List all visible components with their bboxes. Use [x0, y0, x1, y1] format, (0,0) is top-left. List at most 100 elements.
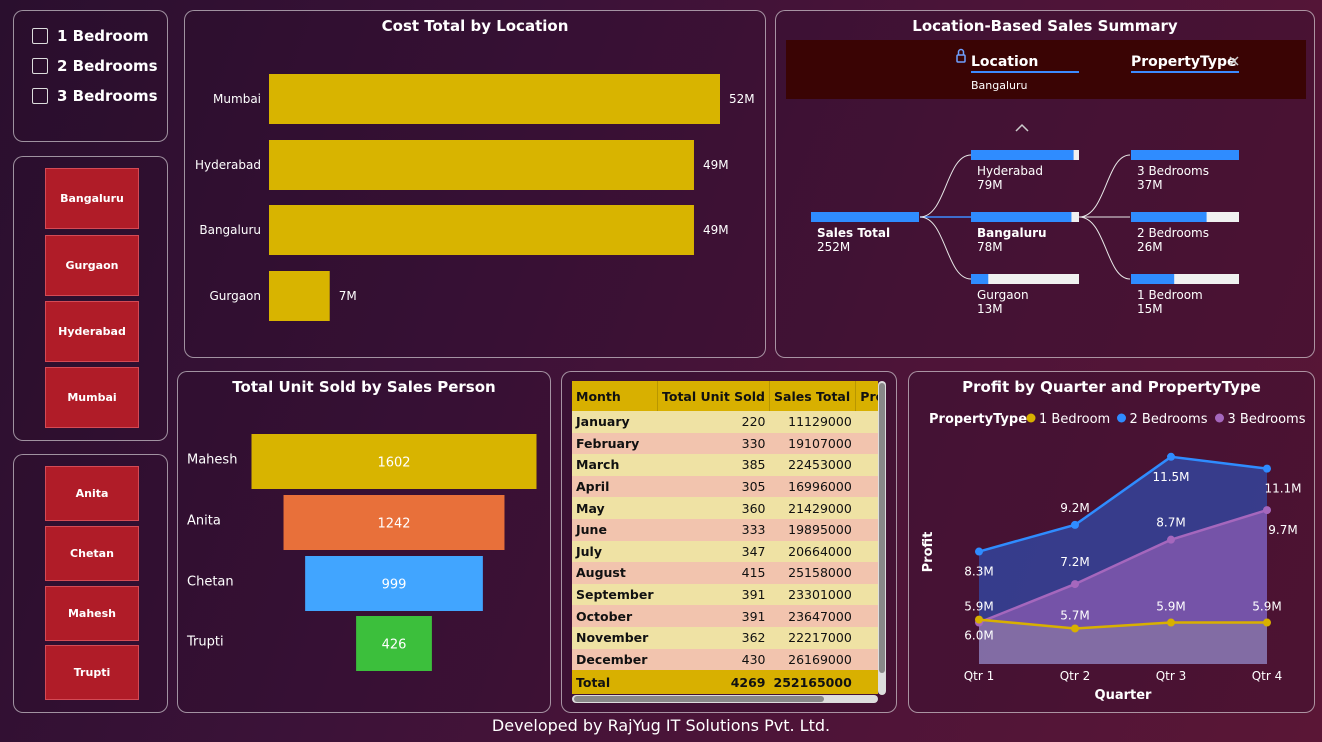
tree-node-root-value: 252M	[817, 240, 850, 254]
table-row[interactable]: April30516996000662	[572, 475, 878, 498]
column-header-sales[interactable]: Sales Total	[769, 381, 857, 411]
salesperson-tile-anita[interactable]: Anita	[45, 466, 139, 521]
table-row[interactable]: October39123647000880	[572, 605, 878, 627]
table-row[interactable]: December43026169000977	[572, 648, 878, 671]
bar-gurgaon[interactable]	[269, 271, 330, 321]
data-point[interactable]	[1071, 580, 1079, 589]
units-by-salesperson-chart: Total Unit Sold by Sales Person Mahesh 16…	[177, 371, 551, 713]
tree-node-location-bar[interactable]	[971, 150, 1074, 160]
data-point[interactable]	[975, 615, 983, 624]
data-point[interactable]	[1071, 520, 1079, 529]
salesperson-tile-mahesh[interactable]: Mahesh	[45, 586, 139, 641]
total-value: 9529	[855, 670, 878, 695]
cell-month: January	[572, 411, 658, 433]
scroll-thumb[interactable]	[574, 696, 824, 702]
tree-node-location-value: 78M	[977, 240, 1003, 254]
data-point[interactable]	[1263, 618, 1271, 627]
table-row[interactable]: February33019107000722	[572, 432, 878, 455]
cell-month: June	[572, 518, 658, 541]
vertical-scrollbar[interactable]	[878, 381, 886, 695]
category-label: Trupti	[186, 635, 224, 650]
data-point[interactable]	[975, 547, 983, 556]
data-label: 49M	[703, 158, 729, 172]
table-row[interactable]: June33319895000748	[572, 518, 878, 541]
table-row[interactable]: May36021429000800	[572, 497, 878, 519]
table-header-row: Month Total Unit Sold Sales Total Profi	[572, 381, 878, 411]
cell-value: 20664000	[769, 540, 856, 563]
cell-month: November	[572, 626, 658, 649]
cell-value: 880	[855, 605, 878, 627]
data-point[interactable]	[1263, 506, 1271, 515]
data-label: 5.9M	[964, 600, 993, 614]
cell-value: 838	[855, 454, 878, 476]
checkbox-2-bedrooms[interactable]: 2 Bedrooms	[32, 57, 158, 75]
cell-value: 347	[657, 540, 770, 563]
data-point[interactable]	[1167, 618, 1175, 627]
checkbox-icon[interactable]	[32, 58, 48, 74]
checkbox-icon[interactable]	[32, 88, 48, 104]
cell-value: 23301000	[769, 583, 856, 606]
cell-value: 25158000	[769, 562, 856, 584]
table-row[interactable]: March38522453000838	[572, 454, 878, 476]
legend-entry[interactable]: 1 Bedroom	[1039, 412, 1110, 427]
cell-month: March	[572, 454, 658, 476]
checkbox-icon[interactable]	[32, 28, 48, 44]
legend-entry[interactable]: 2 Bedrooms	[1130, 412, 1208, 427]
header-location[interactable]: Location	[971, 54, 1038, 70]
cell-value: 391	[657, 583, 770, 606]
y-axis-title: Profit	[921, 532, 936, 573]
cost-by-location-chart: Cost Total by Location Mumbai 52M Hyderaba…	[184, 10, 766, 358]
header-location-value: Bangaluru	[971, 79, 1028, 92]
column-header-units[interactable]: Total Unit Sold	[657, 381, 770, 411]
column-header-profit[interactable]: Profi	[855, 381, 878, 411]
data-label: 8.3M	[964, 565, 993, 579]
profit-by-quarter-chart: Profit by Quarter and PropertyType Prope…	[908, 371, 1315, 713]
bar-hyderabad[interactable]	[269, 140, 694, 190]
table-row[interactable]: July34720664000775	[572, 540, 878, 563]
table-row[interactable]: September39123301000879	[572, 583, 878, 606]
data-point[interactable]	[1167, 452, 1175, 461]
column-header-month[interactable]: Month	[572, 381, 658, 411]
table-row[interactable]: January22011129000468	[572, 411, 878, 433]
location-tile-gurgaon[interactable]: Gurgaon	[45, 235, 139, 296]
salesperson-slicer: Anita Chetan Mahesh Trupti	[13, 454, 168, 713]
table-row[interactable]: August41525158000958	[572, 562, 878, 584]
x-axis-title: Quarter	[1095, 688, 1153, 703]
bar-mumbai[interactable]	[269, 74, 720, 124]
tree-node-location-bar[interactable]	[971, 274, 989, 284]
chevron-up-icon[interactable]	[1015, 123, 1029, 132]
total-value: 4269	[657, 670, 770, 695]
location-tile-mumbai[interactable]: Mumbai	[45, 367, 139, 428]
tree-node-property-bar[interactable]	[1131, 274, 1175, 284]
cell-month: October	[572, 605, 658, 627]
checkbox-label: 3 Bedrooms	[57, 87, 158, 105]
tree-connector	[919, 216, 972, 280]
data-label: 5.9M	[1156, 600, 1185, 614]
salesperson-tile-trupti[interactable]: Trupti	[45, 645, 139, 700]
checkbox-3-bedrooms[interactable]: 3 Bedrooms	[32, 87, 158, 105]
cell-value: 21429000	[769, 497, 856, 519]
tree-node-location-bar[interactable]	[971, 212, 1072, 222]
tree-node-root-bar[interactable]	[811, 212, 919, 222]
tree-node-property-bar[interactable]	[1131, 212, 1207, 222]
table-row[interactable]: November36222217000821	[572, 626, 878, 649]
cell-value: 430	[657, 648, 770, 671]
salesperson-tile-chetan[interactable]: Chetan	[45, 526, 139, 581]
checkbox-1-bedroom[interactable]: 1 Bedroom	[32, 27, 149, 45]
tree-node-property-value: 26M	[1137, 240, 1163, 254]
data-point[interactable]	[1167, 535, 1175, 544]
cell-value: 330	[657, 432, 770, 455]
location-tile-hyderabad[interactable]: Hyderabad	[45, 301, 139, 362]
data-point[interactable]	[1263, 464, 1271, 473]
legend-entry[interactable]: 3 Bedrooms	[1228, 412, 1306, 427]
header-property-type[interactable]: PropertyType	[1131, 54, 1237, 70]
horizontal-scrollbar[interactable]	[572, 695, 878, 703]
scroll-thumb[interactable]	[879, 383, 885, 673]
data-label: 7.2M	[1060, 555, 1089, 569]
category-label: Chetan	[187, 575, 234, 590]
cell-value: 800	[855, 497, 878, 519]
location-tile-bangaluru[interactable]: Bangaluru	[45, 168, 139, 229]
bar-bangaluru[interactable]	[269, 205, 694, 255]
tree-node-property-bar[interactable]	[1131, 150, 1239, 160]
data-point[interactable]	[1071, 624, 1079, 633]
